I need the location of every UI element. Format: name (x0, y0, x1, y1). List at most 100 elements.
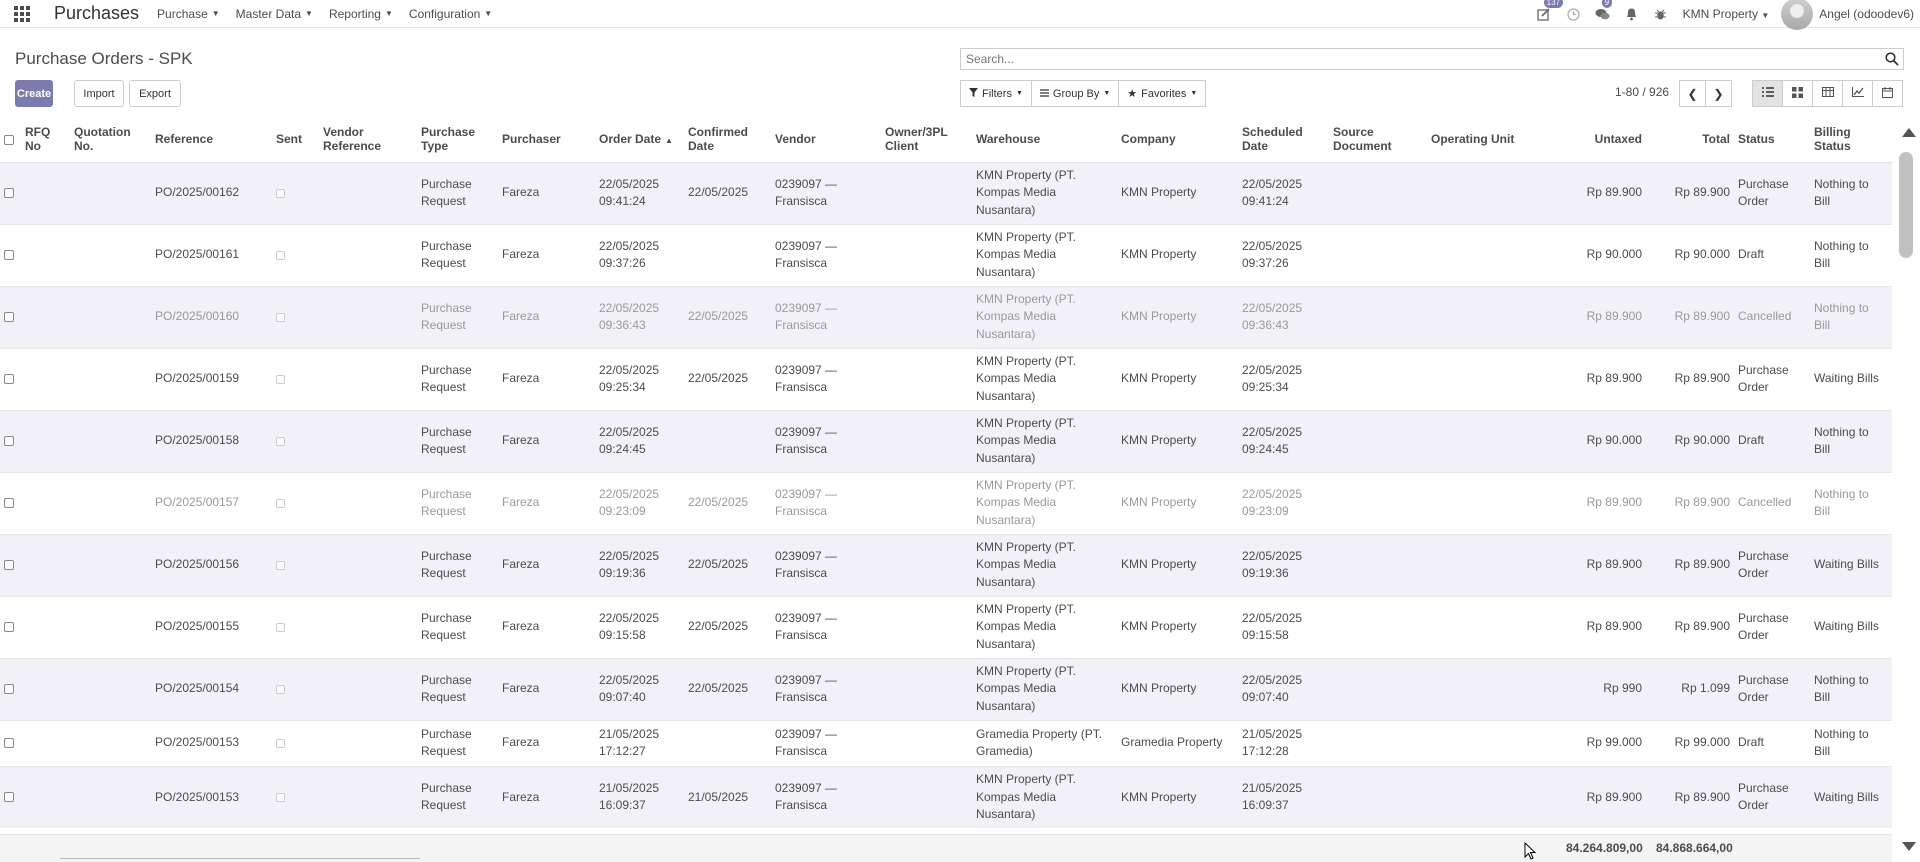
sent-cell (272, 286, 319, 348)
bell-icon[interactable] (1617, 0, 1646, 28)
column-header-total[interactable]: Total (1646, 116, 1734, 163)
owner-3pl-client-cell (881, 410, 972, 472)
column-header-reference[interactable]: Reference (151, 116, 272, 163)
group-by-button[interactable]: Group By ▼ (1030, 80, 1120, 107)
pivot-view-button[interactable] (1812, 80, 1843, 107)
untaxed-cell: Rp 90.000 (1586, 247, 1642, 262)
favorites-button[interactable]: ★ Favorites ▼ (1118, 80, 1207, 107)
purchaser-cell: Fareza (502, 681, 540, 696)
caret-down-icon: ▼ (1761, 11, 1770, 20)
row-checkbox[interactable] (4, 684, 14, 695)
kanban-view-button[interactable] (1782, 80, 1813, 107)
create-button[interactable]: Create (15, 80, 53, 107)
user-menu[interactable]: Angel (odoodev6) (1819, 7, 1914, 21)
column-header-confirmed-date[interactable]: Confirmed Date (684, 116, 771, 163)
scrollbar-thumb[interactable] (1899, 152, 1913, 258)
table-row[interactable]: PO/2025/00155 Purchase Request Fareza 22/05… (0, 596, 1892, 658)
table-row[interactable]: PO/2025/00159 Purchase Request Fareza 22/05… (0, 348, 1892, 410)
total-untaxed-sum: 84.264.809,00 (1566, 841, 1643, 855)
quotation-no-cell (70, 472, 151, 534)
graph-view-button[interactable] (1842, 80, 1873, 107)
column-header-warehouse[interactable]: Warehouse (972, 116, 1117, 163)
bug-icon[interactable] (1646, 0, 1675, 28)
company-switcher[interactable]: KMN Property ▼ (1683, 7, 1770, 21)
row-checkbox[interactable] (4, 792, 14, 803)
search-input[interactable] (966, 52, 1866, 66)
menu-master-data[interactable]: Master Data ▼ (236, 7, 313, 21)
vertical-scrollbar[interactable] (1896, 116, 1920, 862)
import-button[interactable]: Import (74, 80, 124, 107)
select-all-checkbox[interactable] (4, 134, 14, 145)
column-header-vendor-reference[interactable]: Vendor Reference (319, 116, 417, 163)
row-checkbox[interactable] (4, 622, 14, 633)
table-row[interactable]: PO/2025/00157 Purchase Request Fareza 22/05… (0, 472, 1892, 534)
menu-configuration[interactable]: Configuration ▼ (409, 7, 492, 21)
row-checkbox[interactable] (4, 374, 14, 385)
column-header-billing-status[interactable]: Billing Status (1810, 116, 1892, 163)
scroll-up-arrow-icon[interactable] (1902, 128, 1916, 137)
app-title[interactable]: Purchases (54, 3, 139, 24)
pager-previous-button[interactable]: ❮ (1679, 80, 1706, 107)
avatar[interactable] (1781, 0, 1814, 30)
row-checkbox[interactable] (4, 498, 14, 509)
total-cell: Rp 1.099 (1681, 681, 1730, 696)
calendar-view-button[interactable] (1872, 80, 1903, 107)
bars-icon (1039, 88, 1049, 100)
table-row[interactable]: PO/2025/00158 Purchase Request Fareza 22/05… (0, 410, 1892, 472)
operating-unit-cell (1427, 224, 1558, 286)
column-header-purchase-type[interactable]: Purchase Type (417, 116, 498, 163)
table-row[interactable]: PO/2025/00154 Purchase Request Fareza 22/05… (0, 658, 1892, 720)
rfq-no-cell (21, 720, 70, 766)
export-button[interactable]: Export (129, 80, 181, 107)
quotation-no-cell (70, 348, 151, 410)
table-row[interactable]: PO/2025/00153 Purchase Request Fareza 21/05… (0, 720, 1892, 766)
scheduled-date-cell: 21/05/2025 16:09:37 (1242, 780, 1303, 813)
row-checkbox[interactable] (4, 250, 14, 261)
column-header-order-date[interactable]: Order Date ▲ (595, 116, 684, 163)
row-checkbox[interactable] (4, 312, 14, 323)
row-checkbox[interactable] (4, 560, 14, 571)
column-header-sent[interactable]: Sent (272, 116, 319, 163)
activity-edit-icon[interactable]: 137 (1530, 0, 1563, 28)
search-icon[interactable] (1885, 52, 1899, 69)
table-row[interactable]: PO/2025/00153 Purchase Request Fareza 21/05… (0, 766, 1892, 828)
messages-icon[interactable]: 9 (1588, 0, 1617, 28)
column-header-scheduled-date[interactable]: Scheduled Date (1238, 116, 1329, 163)
table-row[interactable]: PO/2025/00161 Purchase Request Fareza 22/05… (0, 224, 1892, 286)
column-header-owner-3pl-client[interactable]: Owner/3PL Client (881, 116, 972, 163)
column-header-company[interactable]: Company (1117, 116, 1238, 163)
list-view-button[interactable] (1752, 80, 1783, 107)
table-row[interactable]: PO/2025/00156 Purchase Request Fareza 22/05… (0, 534, 1892, 596)
column-header-source-document[interactable]: Source Document (1329, 116, 1427, 163)
row-checkbox[interactable] (4, 738, 14, 749)
horizontal-scrollbar[interactable] (60, 858, 420, 862)
billing-status-cell: Waiting Bills (1814, 371, 1879, 386)
row-checkbox[interactable] (4, 436, 14, 447)
column-header-rfq-no[interactable]: RFQ No (21, 116, 70, 163)
column-header-operating-unit[interactable]: Operating Unit (1427, 116, 1558, 163)
column-header-purchaser[interactable]: Purchaser (498, 116, 595, 163)
pager-next-button[interactable]: ❯ (1705, 80, 1732, 107)
column-header-untaxed[interactable]: Untaxed (1558, 116, 1646, 163)
warehouse-cell: KMN Property (PT. Kompas Media Nusantara… (976, 353, 1077, 403)
apps-menu-icon[interactable] (0, 0, 44, 28)
billing-status-cell: Nothing to Bill (1814, 486, 1869, 519)
column-header-quotation-no[interactable]: Quotation No. (70, 116, 151, 163)
menu-reporting[interactable]: Reporting ▼ (329, 7, 393, 21)
vendor-reference-cell (319, 720, 417, 766)
row-checkbox[interactable] (4, 188, 14, 199)
clock-icon[interactable] (1559, 0, 1588, 28)
company-cell: KMN Property (1121, 557, 1197, 572)
pager-value[interactable]: 1-80 / 926 (1615, 85, 1669, 99)
column-header-vendor[interactable]: Vendor (771, 116, 881, 163)
menu-configuration-label: Configuration (408, 6, 481, 21)
untaxed-cell: Rp 89.900 (1586, 789, 1642, 804)
filters-button[interactable]: Filters ▼ (960, 80, 1032, 107)
order-date-cell: 22/05/2025 09:24:45 (599, 424, 660, 457)
menu-purchase[interactable]: Purchase ▼ (157, 7, 220, 21)
column-header-status[interactable]: Status (1734, 116, 1810, 163)
vendor-reference-cell (319, 534, 417, 596)
table-row[interactable]: PO/2025/00162 Purchase Request Fareza 22/05… (0, 162, 1892, 224)
scroll-down-arrow-icon[interactable] (1902, 842, 1916, 851)
table-row[interactable]: PO/2025/00160 Purchase Request Fareza 22/05… (0, 286, 1892, 348)
